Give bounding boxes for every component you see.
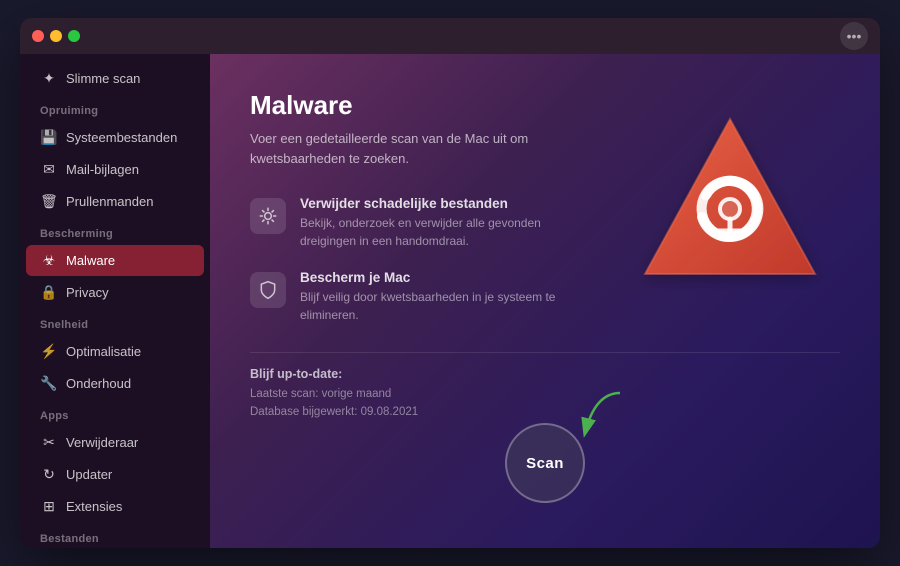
sidebar-item-systeembestanden[interactable]: 💾 Systeembestanden xyxy=(26,122,204,153)
feature-protect-desc: Blijf veilig door kwetsbaarheden in je s… xyxy=(300,288,590,324)
mail-icon: ✉ xyxy=(40,161,58,178)
sidebar-item-systeembestanden-label: Systeembestanden xyxy=(66,130,177,145)
feature-remove-desc: Bekijk, onderzoek en verwijder alle gevo… xyxy=(300,214,590,250)
minimize-button[interactable] xyxy=(50,30,62,42)
section-label-bescherming: Bescherming xyxy=(20,218,210,244)
main-content: Malware Voer een gedetailleerde scan van… xyxy=(210,54,880,548)
feature-list: Verwijder schadelijke bestanden Bekijk, … xyxy=(250,196,590,324)
sidebar-item-optimalisatie[interactable]: ⚡ Optimalisatie xyxy=(26,336,204,367)
page-subtitle: Voer een gedetailleerde scan van de Mac … xyxy=(250,129,570,168)
sidebar-item-verwijderaar-label: Verwijderaar xyxy=(66,435,138,450)
trash-icon: 🗑 xyxy=(40,193,58,210)
traffic-lights xyxy=(32,30,80,42)
sidebar-item-optimalisatie-label: Optimalisatie xyxy=(66,344,141,359)
sidebar-item-malware-label: Malware xyxy=(66,253,115,268)
sidebar-item-slimme-scan-label: Slimme scan xyxy=(66,71,140,86)
section-label-apps: Apps xyxy=(20,400,210,426)
main-area: ✦ Slimme scan Opruiming 💾 Systeembestand… xyxy=(20,54,880,548)
speed-icon: ⚡ xyxy=(40,343,58,360)
section-label-opruiming: Opruiming xyxy=(20,95,210,121)
sidebar-item-updater[interactable]: ↻ Updater xyxy=(26,459,204,490)
sidebar-item-updater-label: Updater xyxy=(66,467,112,482)
titlebar: ••• xyxy=(20,18,880,54)
sidebar-item-onderhoud-label: Onderhoud xyxy=(66,376,131,391)
last-scan-line: Laatste scan: vorige maand xyxy=(250,385,840,403)
sidebar-item-slimme-scan[interactable]: ✦ Slimme scan xyxy=(26,63,204,94)
feature-protect-title: Bescherm je Mac xyxy=(300,270,590,285)
sidebar-item-prullenmanden-label: Prullenmanden xyxy=(66,194,153,209)
sidebar-item-extensies[interactable]: ⊞ Extensies xyxy=(26,491,204,522)
biohazard-illustration xyxy=(620,94,840,314)
feature-remove-title: Verwijder schadelijke bestanden xyxy=(300,196,590,211)
sidebar-item-mail-label: Mail-bijlagen xyxy=(66,162,139,177)
sidebar-item-privacy-label: Privacy xyxy=(66,285,109,300)
update-icon: ↻ xyxy=(40,466,58,483)
wrench-icon: 🔧 xyxy=(40,375,58,392)
system-icon: 💾 xyxy=(40,129,58,146)
feature-remove-text: Verwijder schadelijke bestanden Bekijk, … xyxy=(300,196,590,250)
malware-icon: ☣ xyxy=(40,252,58,269)
biohazard-svg xyxy=(630,109,830,299)
sidebar-item-malware[interactable]: ☣ Malware xyxy=(26,245,204,276)
dots-icon: ••• xyxy=(847,28,862,44)
close-button[interactable] xyxy=(32,30,44,42)
extension-icon: ⊞ xyxy=(40,498,58,515)
status-section: Blijf up-to-date: Laatste scan: vorige m… xyxy=(250,352,840,422)
sidebar-item-mail-bijlagen[interactable]: ✉ Mail-bijlagen xyxy=(26,154,204,185)
sidebar-item-extensies-label: Extensies xyxy=(66,499,122,514)
shield-icon xyxy=(250,272,286,308)
feature-item-protect: Bescherm je Mac Blijf veilig door kwetsb… xyxy=(250,270,590,324)
feature-item-remove: Verwijder schadelijke bestanden Bekijk, … xyxy=(250,196,590,250)
sidebar-item-prullenmanden[interactable]: 🗑 Prullenmanden xyxy=(26,186,204,217)
more-options-button[interactable]: ••• xyxy=(840,22,868,50)
database-line: Database bijgewerkt: 09.08.2021 xyxy=(250,403,840,421)
feature-protect-text: Bescherm je Mac Blijf veilig door kwetsb… xyxy=(300,270,590,324)
status-title: Blijf up-to-date: xyxy=(250,367,840,381)
maximize-button[interactable] xyxy=(68,30,80,42)
scan-icon: ✦ xyxy=(40,70,58,87)
sidebar-item-verwijderaar[interactable]: ✂ Verwijderaar xyxy=(26,427,204,458)
section-label-snelheid: Snelheid xyxy=(20,309,210,335)
scan-button[interactable]: Scan xyxy=(505,423,585,503)
app-window: ••• ✦ Slimme scan Opruiming 💾 Systeembes… xyxy=(20,18,880,548)
bug-icon xyxy=(250,198,286,234)
scan-button-area: Scan xyxy=(505,423,585,503)
sidebar-item-privacy[interactable]: 🔒 Privacy xyxy=(26,277,204,308)
remove-icon: ✂ xyxy=(40,434,58,451)
section-label-bestanden: Bestanden xyxy=(20,523,210,548)
privacy-icon: 🔒 xyxy=(40,284,58,301)
sidebar-item-onderhoud[interactable]: 🔧 Onderhoud xyxy=(26,368,204,399)
sidebar: ✦ Slimme scan Opruiming 💾 Systeembestand… xyxy=(20,54,210,548)
